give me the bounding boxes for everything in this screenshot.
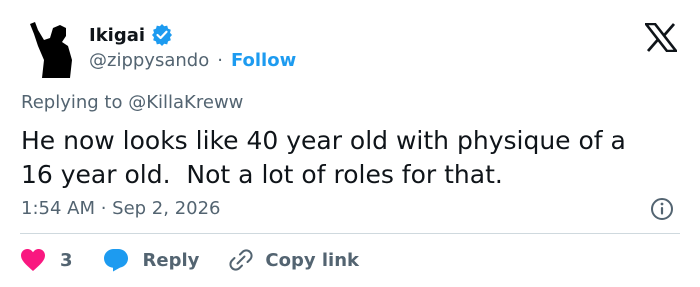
author-name-row: Ikigai [89,22,173,48]
tweet-timestamp[interactable]: 1:54 AM · Sep 2, 2026 [21,198,221,219]
verified-badge-icon [152,24,173,46]
separator-dot: · [217,49,223,71]
follow-button[interactable]: Follow [231,50,296,71]
reply-button[interactable]: Reply [103,248,200,272]
reply-label: Reply [142,249,200,271]
divider [20,233,680,234]
reply-prefix: Replying to [21,92,123,113]
action-bar: 3 Reply Copy link [20,246,359,274]
like-button[interactable]: 3 [20,248,73,272]
info-icon[interactable] [650,197,674,221]
x-logo-icon[interactable] [645,23,677,52]
reply-context: Replying to @KillaKreww [21,92,243,113]
author-handle-row: @zippysando · Follow [89,48,296,72]
copy-link-label: Copy link [265,249,359,271]
link-icon [229,249,253,271]
reply-bubble-icon [103,249,128,272]
reply-mention[interactable]: @KillaKreww [128,92,243,113]
heart-icon [21,249,45,271]
avatar[interactable] [20,20,78,78]
tweet-text: He now looks like 40 year old with physi… [21,126,626,189]
like-count: 3 [60,249,73,271]
author-handle[interactable]: @zippysando [89,50,209,71]
copy-link-button[interactable]: Copy link [229,248,359,272]
author-name[interactable]: Ikigai [89,25,145,46]
